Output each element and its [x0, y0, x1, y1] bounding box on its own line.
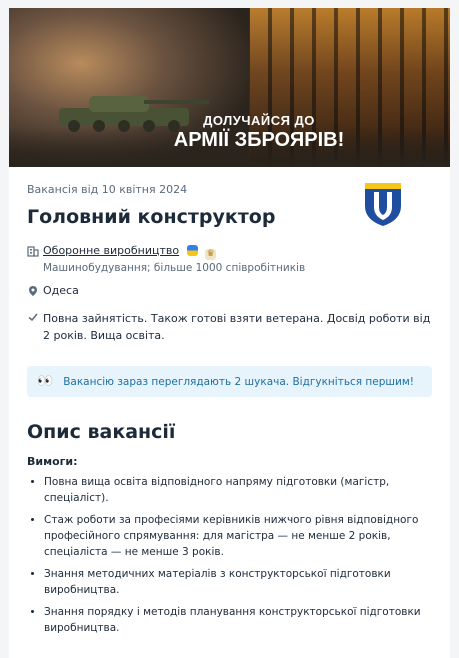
crown-icon: ♛ [205, 249, 217, 260]
description-heading: Опис вакансії [27, 421, 176, 443]
banner-headline-small: ДОЛУЧАЙСЯ ДО [203, 113, 315, 128]
city-row: Одеса [27, 284, 432, 300]
requirements-label: Вимоги: [27, 455, 78, 468]
requirements-list: Повна вища освіта відповідного напряму п… [27, 474, 432, 636]
ukraine-badge-icon [186, 245, 198, 256]
list-item: Знання порядку і методів планування конс… [44, 604, 432, 636]
promo-banner[interactable]: ДОЛУЧАЙСЯ ДО АРМІЇ ЗБРОЯРІВ! [9, 8, 450, 167]
viewers-alert: 👀 Вакансію зараз переглядають 2 шукача. … [27, 366, 432, 397]
requirements-summary: Повна зайнятість. Також готові взяти вет… [43, 312, 431, 342]
banner-headline: ДОЛУЧАЙСЯ ДО АРМІЇ ЗБРОЯРІВ! [159, 113, 359, 152]
requirements-summary-row: Повна зайнятість. Також готові взяти вет… [27, 310, 432, 344]
building-icon [27, 245, 43, 260]
company-logo[interactable] [362, 180, 404, 228]
location-pin-icon [27, 285, 43, 300]
list-item: Повна вища освіта відповідного напряму п… [44, 474, 432, 506]
banner-headline-big: АРМІЇ ЗБРОЯРІВ! [173, 129, 345, 151]
list-item: Знання методичних матеріалів з конструкт… [44, 566, 432, 598]
company-link[interactable]: Оборонне виробництво [43, 244, 179, 257]
company-row: Оборонне виробництво ♛ Машинобудування; … [27, 244, 432, 274]
company-info: Машинобудування; більше 1000 співробітни… [43, 262, 306, 274]
eyes-icon: 👀 [37, 374, 54, 389]
check-icon [27, 311, 43, 326]
city-text: Одеса [43, 284, 79, 297]
alert-text: Вакансію зараз переглядають 2 шукача. Ві… [63, 375, 414, 388]
list-item: Стаж роботи за професіями керівників ниж… [44, 512, 432, 560]
vacancy-card: ДОЛУЧАЙСЯ ДО АРМІЇ ЗБРОЯРІВ! Вакансія ві… [9, 8, 450, 658]
